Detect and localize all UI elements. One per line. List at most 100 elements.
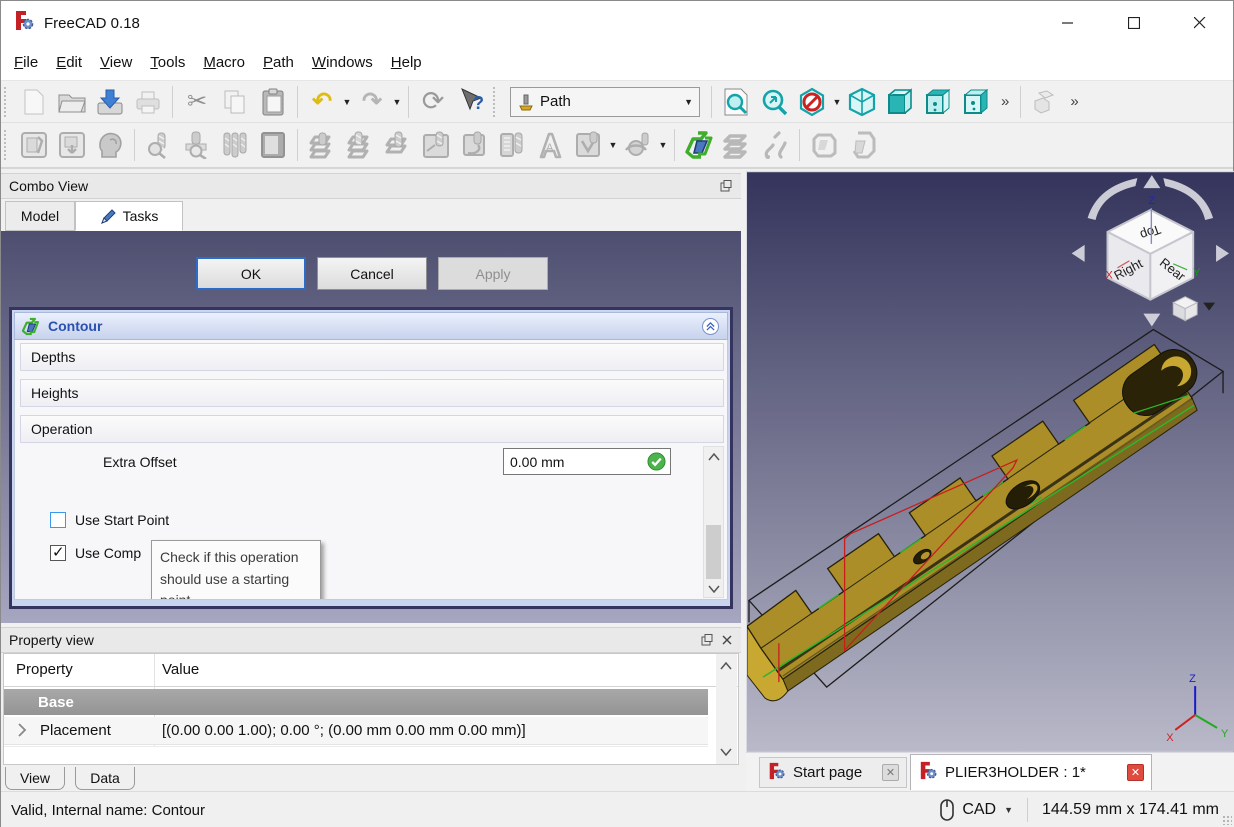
- property-row-placement[interactable]: Placement [(0.00 0.00 1.00); 0.00 °; (0.…: [4, 717, 708, 745]
- path-surface-dropdown[interactable]: ▼: [657, 140, 669, 150]
- view-isometric-button[interactable]: [843, 84, 881, 120]
- undo-button[interactable]: ↶: [303, 84, 341, 120]
- toolbar-grip[interactable]: [4, 86, 12, 117]
- close-panel-icon[interactable]: [722, 635, 732, 645]
- scroll-up-icon[interactable]: [716, 656, 735, 676]
- expand-icon[interactable]: [18, 723, 27, 741]
- contour-section-header[interactable]: Contour: [14, 312, 728, 340]
- tab-model[interactable]: Model: [5, 201, 75, 231]
- refresh-button[interactable]: ⟳: [414, 84, 452, 120]
- group-depths[interactable]: Depths: [20, 343, 724, 371]
- redo-button[interactable]: ↷: [353, 84, 391, 120]
- open-document-button[interactable]: [53, 84, 91, 120]
- column-property[interactable]: Property: [16, 661, 73, 678]
- menu-help[interactable]: Help: [382, 48, 431, 77]
- menu-macro[interactable]: Macro: [194, 48, 254, 77]
- ok-button[interactable]: OK: [196, 257, 306, 290]
- menu-file[interactable]: File: [5, 48, 47, 77]
- path-export-button[interactable]: [53, 127, 91, 163]
- save-button[interactable]: [91, 84, 129, 120]
- apply-button[interactable]: Apply: [438, 257, 548, 290]
- path-adaptive-button[interactable]: [493, 127, 531, 163]
- undo-dropdown[interactable]: ▼: [341, 97, 353, 107]
- path-shape-button[interactable]: [756, 127, 794, 163]
- path-drilling-button[interactable]: [379, 127, 417, 163]
- copy-button[interactable]: [216, 84, 254, 120]
- path-helix-button[interactable]: [455, 127, 493, 163]
- fit-all-button[interactable]: [717, 84, 755, 120]
- path-vcarve-button[interactable]: [569, 127, 607, 163]
- tab-plier3holder[interactable]: PLIER3HOLDER : 1* ✕: [910, 754, 1152, 790]
- tab-data[interactable]: Data: [75, 767, 135, 790]
- property-view-titlebar[interactable]: Property view: [1, 627, 741, 653]
- maximize-button[interactable]: [1101, 1, 1167, 45]
- path-contour-button[interactable]: [680, 127, 718, 163]
- menu-windows[interactable]: Windows: [303, 48, 382, 77]
- use-start-point-checkbox[interactable]: [50, 512, 66, 528]
- path-simulator-button[interactable]: [178, 127, 216, 163]
- nav-style-dropdown-icon[interactable]: ▼: [1004, 805, 1013, 815]
- workbench-selector[interactable]: Path ▼: [510, 86, 700, 117]
- path-stop-button[interactable]: [843, 127, 881, 163]
- toolbar-grip[interactable]: [493, 86, 501, 117]
- nav-style-selector[interactable]: CAD: [962, 801, 996, 819]
- cut-button[interactable]: ✂: [178, 84, 216, 120]
- print-button[interactable]: [129, 84, 167, 120]
- part-tools-button[interactable]: [1026, 84, 1064, 120]
- path-job-button[interactable]: [15, 127, 53, 163]
- toolbar-grip[interactable]: [4, 130, 12, 160]
- view-top-button[interactable]: [919, 84, 957, 120]
- menu-path[interactable]: Path: [254, 48, 303, 77]
- use-compensation-checkbox[interactable]: [50, 543, 66, 561]
- float-panel-icon[interactable]: [701, 634, 713, 646]
- draw-style-dropdown[interactable]: ▼: [831, 97, 843, 107]
- path-face-button[interactable]: [417, 127, 455, 163]
- scroll-down-icon[interactable]: [704, 579, 723, 599]
- menu-tools[interactable]: Tools: [141, 48, 194, 77]
- view-right-button[interactable]: [957, 84, 995, 120]
- toolbar-overflow[interactable]: »: [995, 93, 1015, 110]
- paste-button[interactable]: [254, 84, 292, 120]
- tab-view[interactable]: View: [5, 767, 65, 790]
- draw-style-button[interactable]: [793, 84, 831, 120]
- path-engrave-button[interactable]: A: [531, 127, 569, 163]
- zoom-selection-button[interactable]: [755, 84, 793, 120]
- menu-view[interactable]: View: [91, 48, 141, 77]
- use-start-point-row[interactable]: Use Start Point: [50, 512, 169, 528]
- path-profile-button[interactable]: [303, 127, 341, 163]
- close-button[interactable]: [1167, 1, 1233, 45]
- path-comment-button[interactable]: [805, 127, 843, 163]
- collapse-section-button[interactable]: [702, 317, 719, 335]
- path-pocket-button[interactable]: [341, 127, 379, 163]
- menu-edit[interactable]: Edit: [47, 48, 91, 77]
- use-compensation-row[interactable]: Use Comp: [50, 543, 141, 561]
- whats-this-button[interactable]: ?: [452, 84, 490, 120]
- float-panel-icon[interactable]: [720, 180, 732, 192]
- scroll-up-icon[interactable]: [704, 447, 723, 467]
- scroll-down-icon[interactable]: [716, 742, 735, 762]
- tab-start-page[interactable]: Start page ✕: [759, 757, 907, 788]
- operation-scrollbar[interactable]: [703, 446, 724, 598]
- extra-offset-input[interactable]: 0.00 mm: [503, 448, 671, 475]
- path-array-button[interactable]: [718, 127, 756, 163]
- cancel-button[interactable]: Cancel: [317, 257, 427, 290]
- combo-view-titlebar[interactable]: Combo View: [1, 173, 741, 199]
- redo-dropdown[interactable]: ▼: [391, 97, 403, 107]
- view-front-button[interactable]: [881, 84, 919, 120]
- column-value[interactable]: Value: [162, 661, 199, 678]
- new-document-button[interactable]: [15, 84, 53, 120]
- path-surface-button[interactable]: [619, 127, 657, 163]
- group-heights[interactable]: Heights: [20, 379, 724, 407]
- 3d-viewport[interactable]: Top Right Rear Z X Y Z X Y: [746, 171, 1234, 753]
- path-toolbit-button[interactable]: [216, 127, 254, 163]
- toolbar-overflow[interactable]: »: [1064, 93, 1084, 110]
- path-toollibrary-button[interactable]: [254, 127, 292, 163]
- path-sanity-button[interactable]: [140, 127, 178, 163]
- scrollbar-thumb[interactable]: [706, 525, 721, 579]
- group-row-base[interactable]: Base: [4, 689, 708, 715]
- group-operation[interactable]: Operation: [20, 415, 724, 443]
- path-inspect-button[interactable]: [91, 127, 129, 163]
- property-scrollbar[interactable]: [716, 654, 737, 764]
- path-vcarve-dropdown[interactable]: ▼: [607, 140, 619, 150]
- resize-grip[interactable]: [1222, 815, 1232, 825]
